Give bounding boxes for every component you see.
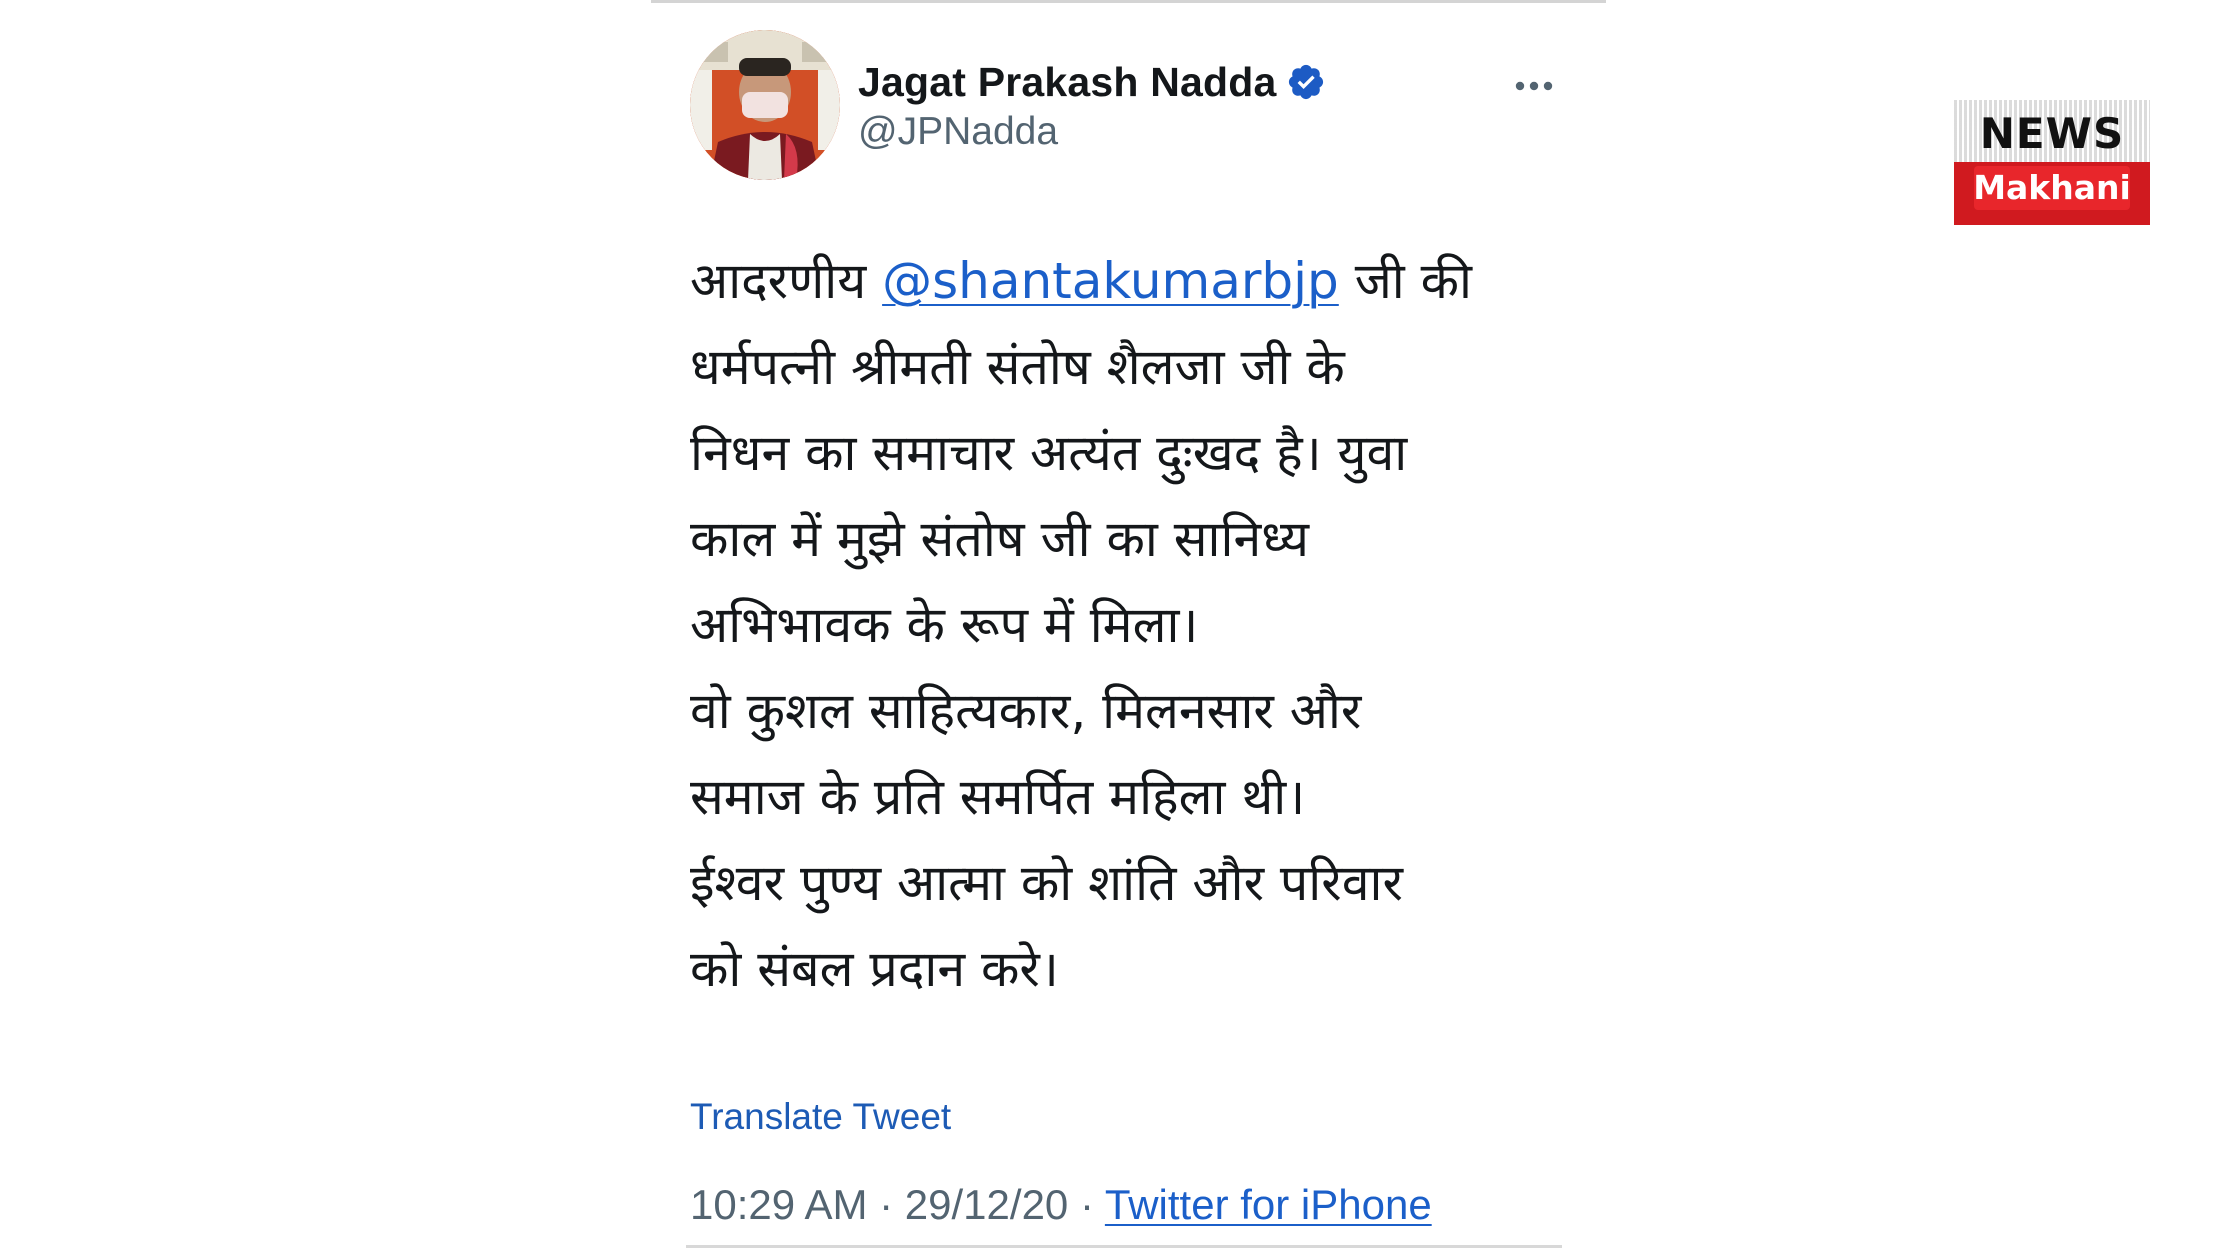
tweet-text-line-3: निधन का समाचार अत्यंत दुःखद है। युवा [690,424,1408,482]
screenshot-page: Jagat Prakash Nadda @JPNadda आदरणीय @sha… [0,0,2240,1260]
tweet-text: आदरणीय @shantakumarbjp जी की धर्मपत्नी श… [690,238,1562,1012]
meta-separator: · [1068,1181,1105,1228]
tweet-text-line-1: आदरणीय @shantakumarbjp जी की [690,238,1562,324]
tweet-text-line-6: वो कुशल साहित्यकार, मिलनसार और [690,682,1362,740]
tweet-card: Jagat Prakash Nadda @JPNadda आदरणीय @sha… [690,28,1562,1248]
tweet-text-segment: आदरणीय [690,252,883,310]
top-divider [651,0,1606,3]
display-name-row: Jagat Prakash Nadda [858,54,1326,110]
tweet-source-link[interactable]: Twitter for iPhone [1105,1181,1432,1228]
news-makhani-logo: NEWS Makhani [1954,100,2150,225]
tweet-text-segment: जी की [1338,252,1472,310]
more-options-button[interactable] [1506,66,1562,106]
tweet-text-line-8: ईश्वर पुण्य आत्मा को शांति और परिवार [690,854,1403,912]
display-name[interactable]: Jagat Prakash Nadda [858,59,1277,106]
tweet-date[interactable]: 29/12/20 [905,1181,1069,1228]
tweet-text-line-7: समाज के प्रति समर्पित महिला थी। [690,768,1306,826]
tweet-text-line-9: को संबल प्रदान करे। [690,940,1059,998]
more-dots-icon [1515,81,1553,91]
mention-link[interactable]: @shantakumarbjp [882,252,1339,310]
verified-badge-icon [1286,62,1326,102]
user-handle[interactable]: @JPNadda [858,110,1326,154]
bottom-divider [686,1245,1562,1248]
translate-tweet-link[interactable]: Translate Tweet [690,1096,951,1138]
tweet-text-line-4: काल में मुझे संतोष जी का सानिध्य [690,510,1310,568]
tweet-time: 10:29 AM [690,1181,868,1228]
avatar[interactable] [690,30,840,180]
author-block: Jagat Prakash Nadda @JPNadda [858,54,1326,154]
meta-separator: · [867,1181,905,1228]
tweet-meta: 10:29 AM · 29/12/20 · Twitter for iPhone [690,1181,1432,1229]
logo-makhani-word: Makhani [1973,168,2131,207]
tweet-text-line-2: धर्मपत्नी श्रीमती संतोष शैलजा जी के [690,338,1345,396]
logo-news-word: NEWS [1979,109,2125,158]
tweet-text-line-5: अभिभावक के रूप में मिला। [690,596,1199,654]
